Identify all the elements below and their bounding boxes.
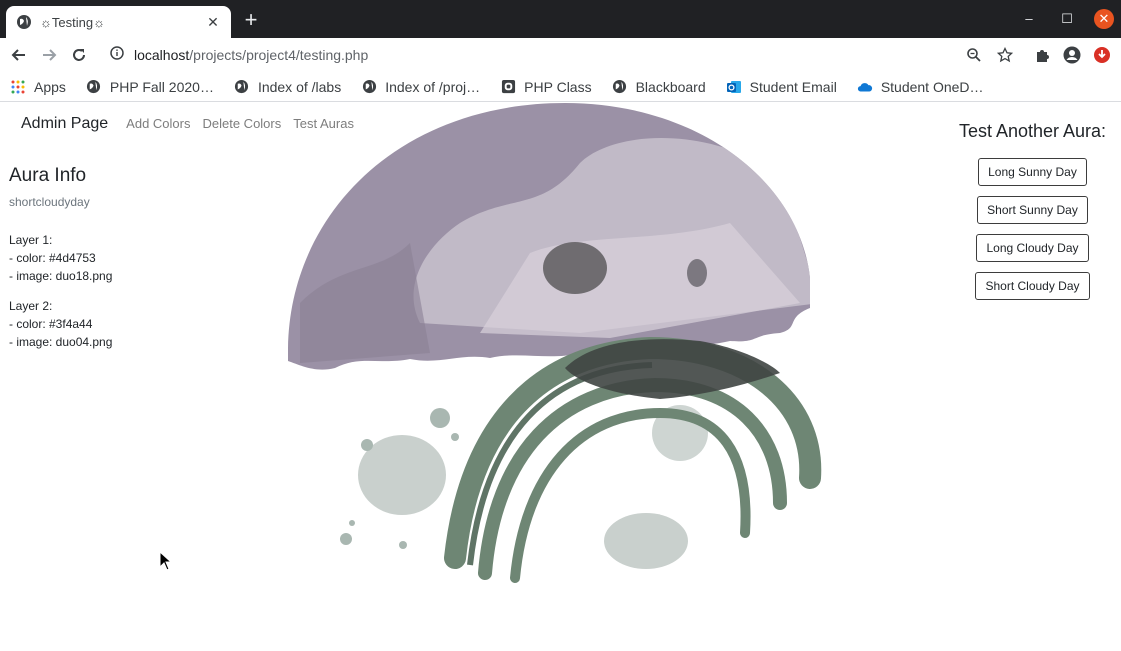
url-text: localhost/projects/project4/testing.php [134,47,368,63]
onedrive-icon [857,79,873,95]
bookmark-apps[interactable]: Apps [10,79,66,95]
info-icon[interactable] [110,45,124,65]
mouse-cursor-icon [159,551,173,571]
url-path: /projects/project4/testing.php [189,47,369,63]
bookmark-label: Index of /proj… [385,78,481,95]
aura-info-title: Aura Info [9,165,87,186]
bookmark-label: Student Email [749,78,837,95]
browser-tab[interactable]: ☼Testing☼ ✕ [6,6,231,38]
maximize-icon[interactable]: ☐ [1056,9,1078,29]
nav-link-delete-colors[interactable]: Delete Colors [202,116,281,131]
bookmark-student-onedrive[interactable]: Student OneD… [857,79,984,95]
layer-heading: Layer 2: [9,299,53,313]
bookmark-php-class[interactable]: PHP Class [500,78,592,95]
bookmarks-bar: Apps PHP Fall 2020… Index of /labs Index… [0,72,1121,102]
globe-icon [86,79,102,95]
test-aura-title: Test Another Aura: [958,121,1107,141]
tab-title: ☼Testing☼ [40,14,106,30]
layer-image: - image: duo18.png [9,269,113,283]
tab-strip: ☼Testing☼ ✕ + – ☐ ✕ [0,0,1121,38]
tab-close-icon[interactable]: ✕ [205,14,221,31]
long-sunny-day-button[interactable]: Long Sunny Day [978,158,1087,186]
bookmark-index-proj[interactable]: Index of /proj… [361,79,480,95]
nav-link-add-colors[interactable]: Add Colors [126,116,190,131]
bookmark-label: Index of /labs [257,78,342,95]
globe-icon [234,79,250,95]
short-cloudy-day-button[interactable]: Short Cloudy Day [975,272,1090,300]
bookmark-blackboard[interactable]: Blackboard [612,79,706,95]
nav-brand-admin-page[interactable]: Admin Page [21,115,108,133]
bookmark-label: Student OneD… [880,78,984,95]
apps-grid-icon [10,79,26,95]
bookmark-php-fall[interactable]: PHP Fall 2020… [86,79,214,95]
profile-icon[interactable] [1062,45,1082,65]
test-aura-panel: Test Another Aura: Long Sunny Day Short … [950,121,1115,310]
layer-color: - color: #4d4753 [9,251,96,265]
globe-icon [16,14,32,30]
page-content: Admin Page Add Colors Delete Colors Test… [0,103,1121,651]
window-close-icon[interactable]: ✕ [1094,9,1114,29]
layer-image: - image: duo04.png [9,335,113,349]
aura-name: shortcloudyday [9,195,90,209]
forward-arrow-icon[interactable] [38,44,60,66]
layer-1-details: Layer 1: - color: #4d4753 - image: duo18… [9,231,209,285]
layer-2-details: Layer 2: - color: #3f4a44 - image: duo04… [9,297,209,351]
extensions-puzzle-icon[interactable] [1032,45,1052,65]
reload-icon[interactable] [68,44,90,66]
long-cloudy-day-button[interactable]: Long Cloudy Day [976,234,1089,262]
minimize-icon[interactable]: – [1018,9,1040,29]
globe-icon [612,79,628,95]
bookmark-index-labs[interactable]: Index of /labs [234,79,341,95]
bookmark-student-email[interactable]: Student Email [726,79,837,95]
bookmark-label: PHP Fall 2020… [109,78,214,95]
short-sunny-day-button[interactable]: Short Sunny Day [977,196,1088,224]
bookmark-star-icon[interactable] [995,45,1015,65]
bookmark-label: PHP Class [524,78,592,95]
layer-heading: Layer 1: [9,233,53,247]
new-tab-icon[interactable]: + [240,9,262,31]
url-host: localhost [134,47,190,63]
menu-update-icon[interactable] [1092,45,1112,65]
aura-artwork [288,103,822,583]
zoom-icon[interactable] [964,45,984,65]
aura-info-panel: Aura Info shortcloudyday Layer 1: - colo… [9,165,209,363]
bookmark-label: Blackboard [635,78,706,95]
address-bar[interactable]: localhost/projects/project4/testing.php [100,41,1030,69]
layer-color: - color: #3f4a44 [9,317,93,331]
document-icon [500,79,516,95]
browser-toolbar: localhost/projects/project4/testing.php [0,38,1121,72]
globe-icon [361,79,377,95]
back-arrow-icon[interactable] [8,44,30,66]
bookmark-label: Apps [34,78,66,95]
outlook-icon [726,79,742,95]
